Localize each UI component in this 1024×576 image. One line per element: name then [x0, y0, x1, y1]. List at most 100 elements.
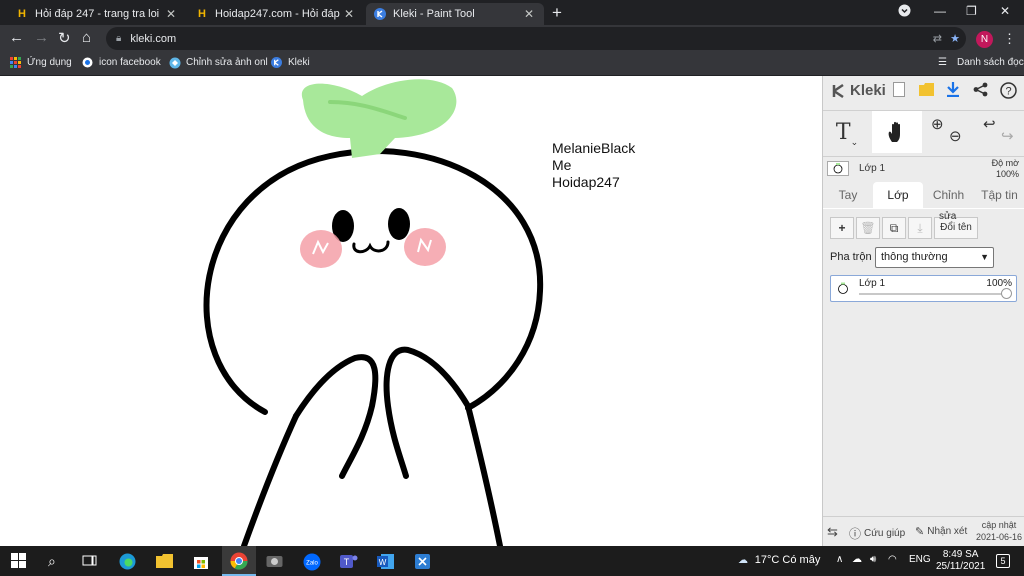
edge-icon[interactable] [119, 553, 136, 570]
kleki-icon [271, 57, 282, 68]
word-icon[interactable]: W [377, 553, 394, 570]
chevron-down-icon: ⌄ [850, 136, 859, 147]
opacity-slider-handle[interactable] [1001, 288, 1012, 299]
speaker-icon[interactable]: 🔊︎ [870, 554, 876, 565]
profile-avatar[interactable]: N [976, 31, 993, 48]
home-icon[interactable]: ⌂ [82, 29, 91, 46]
globe-icon [82, 57, 93, 68]
layer-name: Lớp 1 [859, 278, 886, 289]
reload-icon[interactable]: ↻ [58, 29, 71, 47]
photo-editor-icon [169, 57, 181, 69]
bookmark-photo-editor[interactable]: Chỉnh sửa ảnh onl [169, 57, 268, 69]
forward-icon[interactable]: → [34, 29, 49, 46]
open-folder-icon[interactable] [919, 82, 934, 99]
browser-tab[interactable]: H Hỏi đáp 247 - trang tra loi ✕ [8, 3, 186, 25]
tab-layers[interactable]: Lớp [873, 182, 923, 208]
browser-menu-icon[interactable]: ⋮ [1003, 31, 1016, 47]
weather-text: 17°C Có mây [754, 554, 821, 566]
tab-title: Kleki - Paint Tool [393, 8, 475, 20]
address-bar[interactable]: 🔒︎ kleki.com [106, 27, 966, 50]
drawing-illustration [203, 79, 544, 546]
layer-mini-opacity-label: Độ mờ [991, 158, 1019, 168]
task-view-icon[interactable] [82, 553, 99, 570]
clock-time: 8:49 SA [942, 549, 979, 560]
new-tab-icon[interactable]: + [552, 3, 562, 23]
close-tab-icon[interactable]: ✕ [342, 7, 356, 21]
help-icon[interactable]: ? [1000, 82, 1017, 102]
layer-list-item[interactable]: Lớp 1 100% [830, 275, 1017, 302]
wifi-icon[interactable]: ◠ [888, 554, 897, 565]
tray-overflow-icon[interactable]: ∧ [836, 554, 843, 565]
browser-tab[interactable]: H Hoidap247.com - Hỏi đáp bài tập ✕ [188, 3, 364, 25]
help-icon: ⓘ [849, 527, 862, 541]
bookmark-icon-facebook[interactable]: icon facebook [82, 57, 161, 68]
teams-icon[interactable]: T [340, 553, 358, 570]
tab-brush[interactable]: Tay [823, 182, 873, 208]
plus-icon: + [838, 221, 846, 235]
layer-thumbnail [838, 282, 848, 294]
bookmark-kleki[interactable]: Kleki [271, 57, 310, 68]
tab-search-icon[interactable] [898, 4, 911, 20]
svg-text:?: ? [1005, 86, 1011, 98]
download-icon[interactable] [946, 82, 960, 100]
zoom-out-icon[interactable]: ⊖ [949, 127, 962, 145]
snipping-tool-icon[interactable] [414, 553, 431, 570]
tab-file[interactable]: Tập tin [974, 182, 1024, 208]
drawing-canvas[interactable]: MelanieBlack Me Hoidap247 [0, 76, 822, 546]
camera-icon[interactable] [266, 553, 283, 570]
back-icon[interactable]: ← [9, 29, 24, 46]
restore-icon[interactable]: ❐ [966, 4, 977, 18]
swap-side-icon[interactable]: ⇆ [827, 524, 838, 540]
clock[interactable]: 8:49 SA 25/11/2021 [936, 549, 985, 573]
add-layer-button[interactable]: + [830, 217, 854, 239]
hoidap-favicon-icon: H [198, 8, 206, 20]
kleki-logo-icon [832, 83, 844, 98]
notification-center-icon[interactable]: 5 [996, 554, 1010, 568]
reading-list[interactable]: ☰ Danh sách đọc [938, 57, 1024, 68]
feedback-icon: ✎ [915, 526, 925, 538]
hand-tool-button[interactable] [872, 111, 922, 153]
tab-title: Hoidap247.com - Hỏi đáp bài tập [215, 8, 342, 20]
help-link[interactable]: ⓘ Cứu giúp [849, 525, 905, 542]
chrome-taskbar-button[interactable] [222, 546, 256, 576]
zoom-in-icon[interactable]: ⊕ [931, 115, 944, 133]
new-image-icon[interactable] [893, 82, 905, 100]
search-icon[interactable]: ⌕ [48, 553, 65, 570]
text-tool-button[interactable]: T ⌄ [823, 111, 871, 153]
undo-icon[interactable]: ↩ [983, 115, 996, 133]
update-info[interactable]: cập nhật 2021-06-16 [976, 519, 1022, 543]
weather-widget[interactable]: ☁ 17°C Có mây [738, 554, 820, 566]
language-indicator[interactable]: ENG [909, 554, 931, 565]
browser-tab-active[interactable]: Kleki - Paint Tool ✕ [366, 3, 544, 25]
file-explorer-icon[interactable] [156, 553, 173, 570]
duplicate-layer-button[interactable]: ⧉ [882, 217, 906, 239]
bookmark-label: Kleki [288, 57, 310, 68]
onedrive-icon[interactable]: ☁ [852, 554, 862, 565]
minimize-icon[interactable]: — [934, 4, 946, 18]
bookmark-star-icon[interactable]: ★ [950, 32, 960, 45]
apps-grid-icon [10, 57, 21, 68]
kleki-logo[interactable]: Kleki [831, 82, 886, 99]
delete-layer-button[interactable]: 🗑︎ [856, 217, 880, 239]
panel-tabs: Tay Lớp Chỉnh Tập tin [823, 182, 1024, 208]
layer-preview-strip[interactable]: Lớp 1 Độ mờ 100% [823, 156, 1024, 180]
blend-mode-label: Pha trộn [830, 251, 872, 263]
blend-mode-select[interactable]: thông thường ▼ [875, 247, 994, 268]
merge-layer-button[interactable]: ⤓ [908, 217, 932, 239]
zalo-icon[interactable]: Zalo [303, 553, 321, 571]
windows-start-icon[interactable] [11, 553, 28, 570]
close-tab-icon[interactable]: ✕ [164, 7, 178, 21]
close-window-icon[interactable]: ✕ [1000, 4, 1010, 18]
chrome-icon [230, 552, 248, 570]
layer-opacity-slider[interactable] [859, 293, 1006, 295]
share-icon[interactable] [973, 82, 988, 100]
translate-icon[interactable]: ⇄ [933, 32, 942, 45]
redo-icon[interactable]: ↪ [1001, 127, 1014, 145]
feedback-link[interactable]: ✎ Nhận xét [915, 525, 967, 538]
notification-count: 5 [1000, 556, 1006, 566]
tab-adjust[interactable]: Chỉnh [923, 182, 974, 208]
close-tab-icon[interactable]: ✕ [522, 7, 536, 21]
store-icon[interactable] [193, 553, 210, 570]
hoidap-favicon-icon: H [18, 8, 26, 20]
bookmark-apps[interactable]: Ứng dụng [10, 57, 72, 68]
